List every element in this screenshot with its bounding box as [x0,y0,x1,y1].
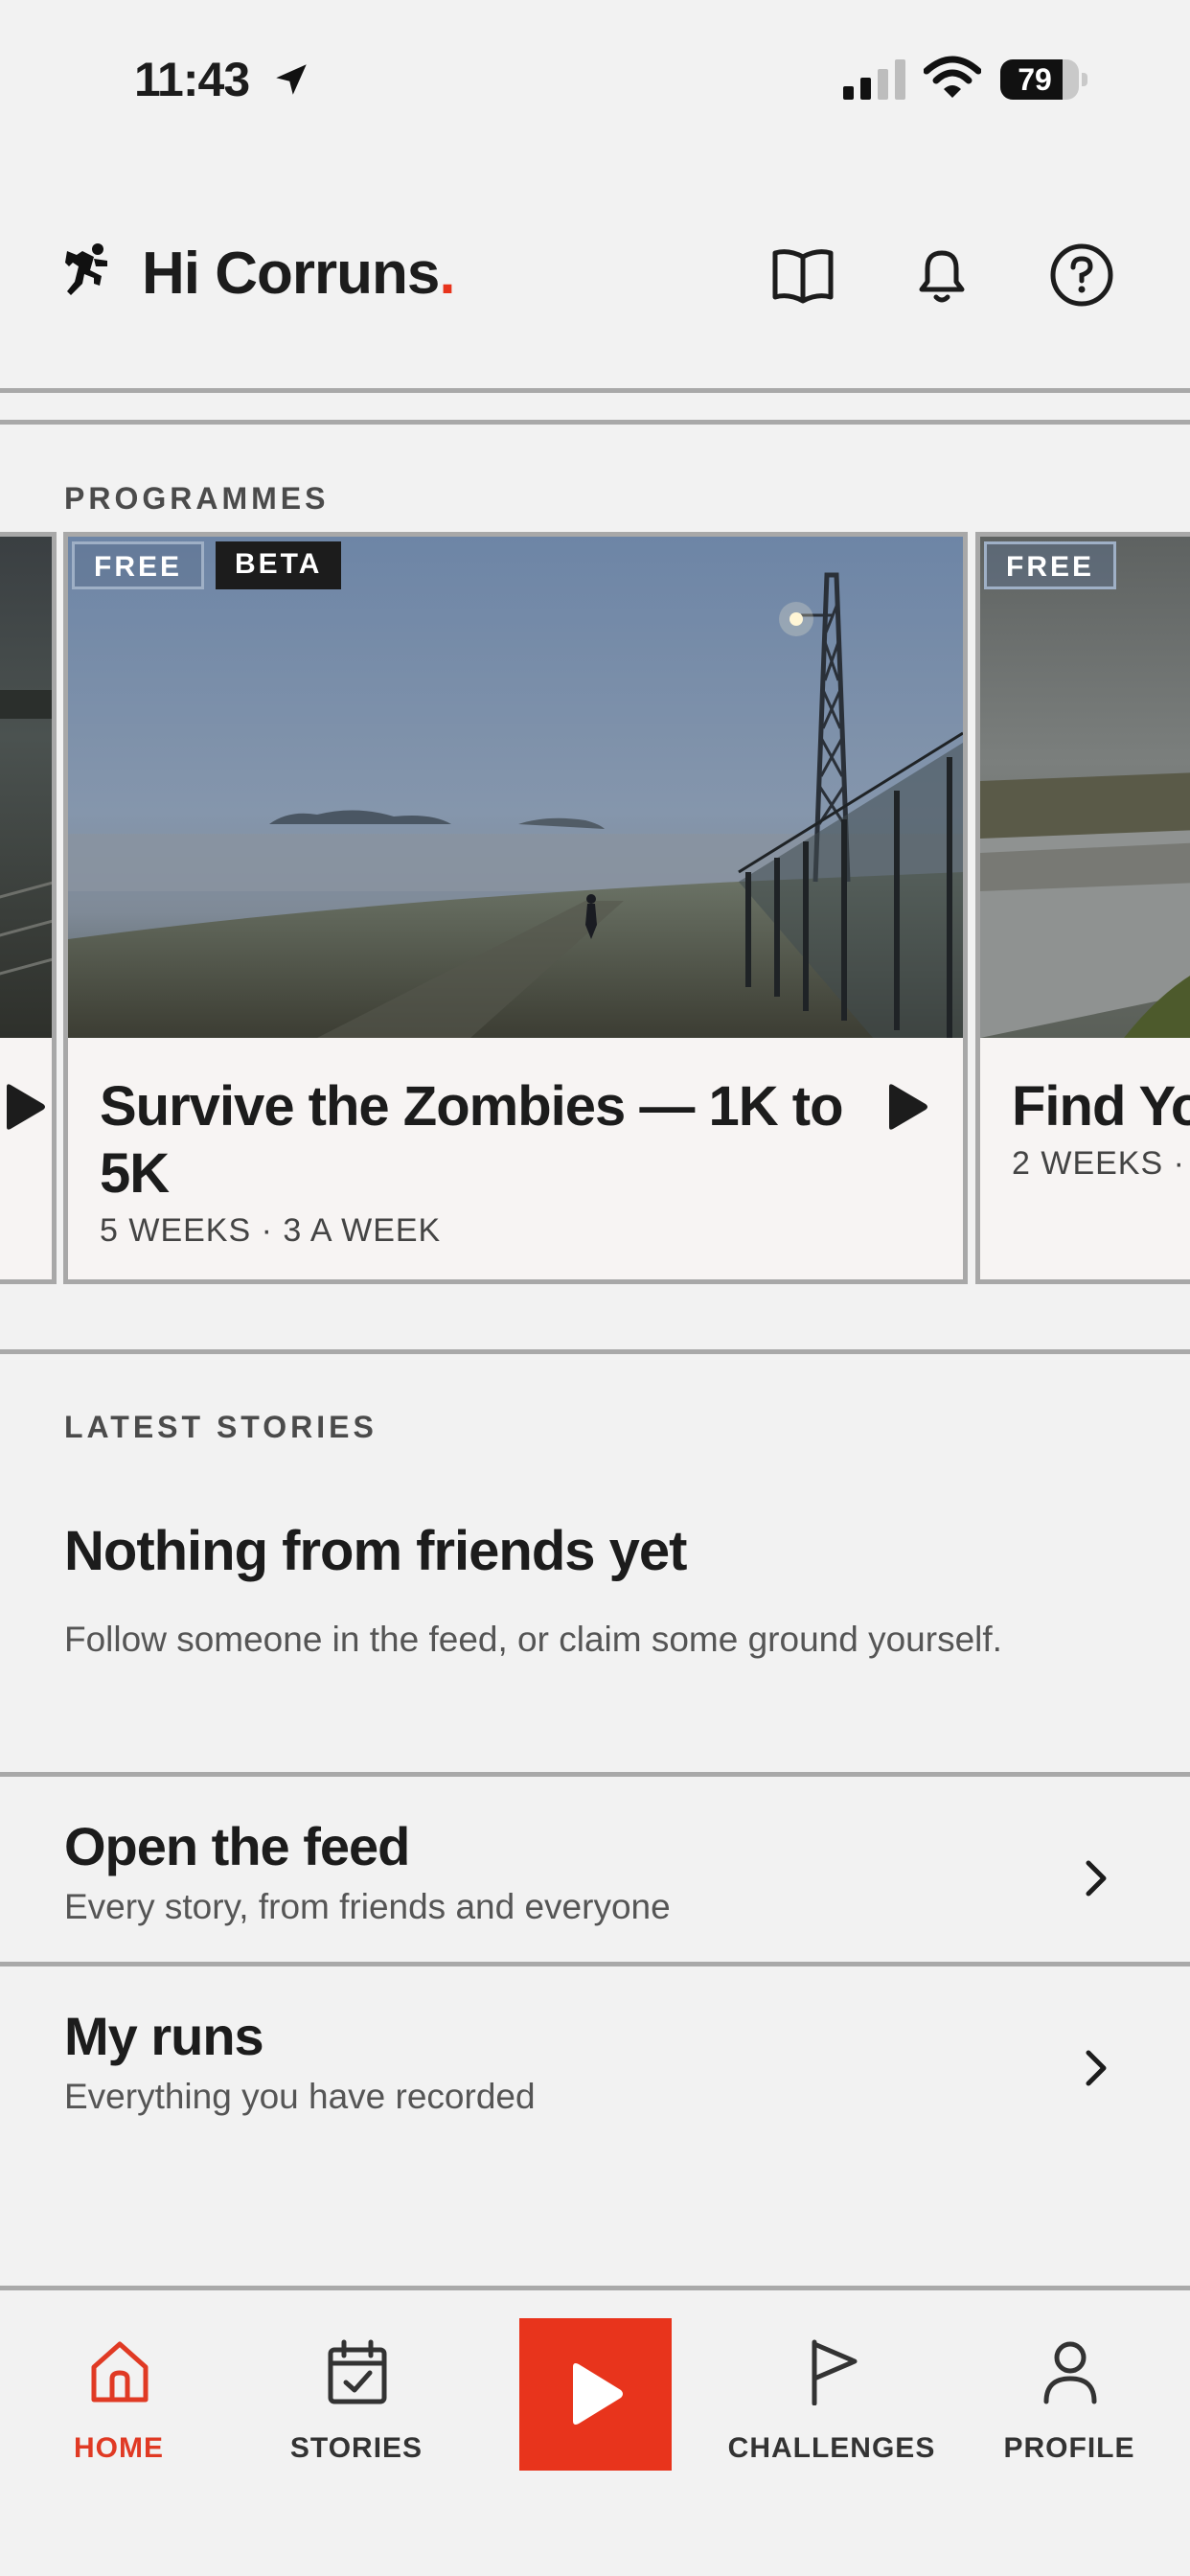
cellular-signal-icon [843,59,905,100]
running-figure-logo-icon [65,243,107,295]
programmes-label: PROGRAMMES [64,481,330,516]
beta-badge: BETA [216,541,342,589]
programme-card-next[interactable]: FREE Find Yo 2 WEEKS · [975,532,1190,1284]
latest-stories-label: LATEST STORIES [64,1410,378,1444]
empty-stories-title: Nothing from friends yet [64,1520,687,1582]
wifi-icon [924,56,981,98]
tab-home-label: HOME [74,2432,164,2464]
tab-stories-label: STORIES [289,2432,423,2464]
open-feed-row[interactable]: Open the feed Every story, from friends … [0,1777,1190,1964]
flag-icon [812,2339,858,2405]
tab-profile-label: PROFILE [1003,2432,1135,2464]
tab-stories[interactable]: STORIES [251,2338,462,2492]
battery-indicator: 79 [1000,59,1088,100]
status-bar: 11:43 79 [0,0,1190,153]
greeting-heading: Hi Corruns. [142,240,456,308]
help-icon[interactable] [1048,242,1115,309]
home-icon [91,2341,149,2403]
divider [0,1349,1190,1354]
my-runs-row[interactable]: My runs Everything you have recorded [0,1966,1190,2153]
tab-bar: HOME STORIES CHALLENGES PROFILE [0,2290,1190,2576]
battery-percentage: 79 [1018,62,1052,97]
programme-title: Find Yo [1012,1075,1190,1138]
book-icon[interactable] [769,242,836,309]
my-runs-title: My runs [64,2006,264,2066]
my-runs-subtitle: Everything you have recorded [64,2077,536,2116]
programme-image [68,537,963,1038]
divider [0,388,1190,393]
play-icon [7,1084,45,1130]
start-run-button[interactable] [519,2318,672,2471]
programme-image [980,537,1190,1038]
app-header: Hi Corruns. [0,211,1190,340]
tab-home[interactable]: HOME [13,2338,224,2492]
tab-challenges-label: CHALLENGES [727,2432,936,2464]
free-badge: FREE [72,541,205,589]
greeting-text: Hi Corruns [142,241,440,307]
chevron-right-icon [1086,2050,1107,2086]
programme-meta: 2 WEEKS · [1012,1145,1185,1182]
location-arrow-icon [276,64,307,95]
greeting-dot: . [439,241,455,307]
programme-card[interactable]: FREE BETA Survive the Zombies — 1K to 5K… [63,532,968,1284]
chevron-right-icon [1086,1860,1107,1897]
bell-icon[interactable] [908,242,975,309]
status-time: 11:43 [134,53,250,106]
user-icon [1043,2341,1097,2404]
open-feed-title: Open the feed [64,1816,410,1876]
empty-stories-subtitle: Follow someone in the feed, or claim som… [64,1620,1002,1659]
tab-profile[interactable]: PROFILE [964,2338,1175,2492]
programme-meta: 5 WEEKS · 3 A WEEK [100,1212,442,1249]
tab-challenges[interactable]: CHALLENGES [726,2338,937,2492]
open-feed-subtitle: Every story, from friends and everyone [64,1887,671,1926]
divider [0,420,1190,425]
programme-card-previous[interactable] [0,532,57,1284]
programme-title: Survive the Zombies — 1K to 5K [100,1075,844,1205]
play-icon[interactable] [885,1083,929,1131]
play-icon [573,2363,623,2425]
free-badge: FREE [984,541,1117,589]
calendar-check-icon [328,2339,387,2404]
